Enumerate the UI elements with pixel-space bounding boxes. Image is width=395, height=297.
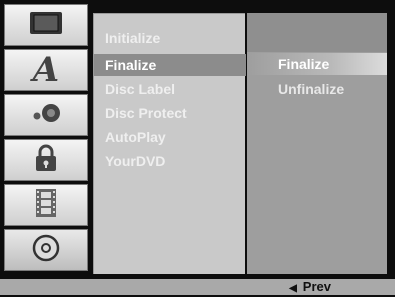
category-lock[interactable] bbox=[4, 139, 88, 181]
prev-label: Prev bbox=[302, 279, 331, 294]
film-icon bbox=[34, 188, 58, 223]
disc-icon bbox=[31, 233, 61, 268]
footer-bar: ◀ Prev bbox=[0, 279, 395, 295]
audio-icon bbox=[28, 99, 64, 132]
category-disc[interactable] bbox=[4, 229, 88, 271]
category-film[interactable] bbox=[4, 184, 88, 226]
menu-item-finalize[interactable]: Finalize bbox=[94, 54, 246, 76]
left-arrow-icon: ◀ bbox=[289, 283, 297, 294]
category-display[interactable] bbox=[4, 4, 88, 46]
option-unfinalize[interactable]: Unfinalize bbox=[247, 78, 387, 100]
menu-item-disc-protect[interactable]: Disc Protect bbox=[94, 102, 246, 124]
language-icon: A bbox=[32, 50, 60, 90]
option-finalize[interactable]: Finalize bbox=[247, 53, 387, 75]
menu-item-disc-label[interactable]: Disc Label bbox=[94, 78, 246, 100]
category-language[interactable]: A bbox=[4, 49, 88, 91]
prev-button[interactable]: ◀ Prev bbox=[289, 279, 331, 295]
menu-item-yourdvd[interactable]: YourDVD bbox=[94, 150, 246, 172]
option-panel: Finalize Unfinalize bbox=[247, 13, 387, 274]
dvd-setup-screen: A Initialize Finalize Disc Label Disc Pr… bbox=[0, 0, 395, 295]
option-panel-header bbox=[247, 13, 387, 52]
category-icon-column: A bbox=[4, 4, 88, 274]
menu-item-autoplay[interactable]: AutoPlay bbox=[94, 126, 246, 148]
lock-icon bbox=[32, 143, 60, 178]
menu-item-initialize[interactable]: Initialize bbox=[94, 27, 246, 49]
disc-menu-panel: Initialize Finalize Disc Label Disc Prot… bbox=[93, 13, 246, 274]
screen-icon bbox=[28, 10, 64, 41]
category-audio[interactable] bbox=[4, 94, 88, 136]
